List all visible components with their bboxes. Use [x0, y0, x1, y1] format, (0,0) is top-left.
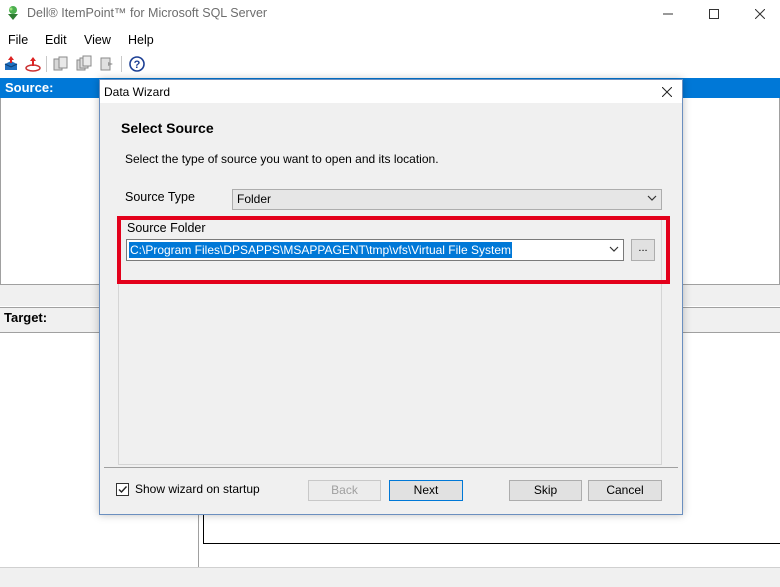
maximize-button[interactable]: [691, 0, 737, 27]
menu-help[interactable]: Help: [128, 33, 154, 47]
open-target-icon[interactable]: [24, 55, 42, 73]
close-icon: [662, 86, 672, 97]
show-wizard-checkbox[interactable]: [116, 483, 129, 496]
svg-text:?: ?: [134, 59, 141, 71]
data-wizard-dialog: Data Wizard Select Source Select the typ…: [99, 79, 683, 515]
menu-file[interactable]: File: [8, 33, 28, 47]
toolbar-separator: [46, 56, 47, 72]
source-type-value: Folder: [237, 192, 272, 206]
show-wizard-label[interactable]: Show wizard on startup: [135, 482, 260, 496]
section-description: Select the type of source you want to op…: [125, 152, 439, 166]
checkmark-icon: [118, 486, 128, 494]
next-button[interactable]: Next: [389, 480, 463, 501]
itempoint-app-icon: [6, 5, 20, 21]
dialog-close-button[interactable]: [652, 80, 682, 103]
toolbar: ?: [0, 53, 780, 77]
close-window-button[interactable]: [737, 0, 780, 27]
highlight-annotation: [117, 216, 670, 284]
menu-view[interactable]: View: [84, 33, 111, 47]
dialog-title: Data Wizard: [104, 85, 171, 99]
copy-multiple-icon[interactable]: [75, 55, 93, 73]
toolbar-separator: [121, 56, 122, 72]
copy-icon[interactable]: [52, 55, 70, 73]
source-type-dropdown[interactable]: Folder: [232, 189, 662, 210]
menu-bar: File Edit View Help: [0, 29, 780, 51]
help-icon[interactable]: ?: [128, 55, 146, 73]
open-source-icon[interactable]: [2, 55, 20, 73]
footer-divider: [104, 467, 678, 468]
app-title: Dell® ItemPoint™ for Microsoft SQL Serve…: [27, 6, 268, 20]
source-type-label: Source Type: [125, 190, 195, 204]
back-button[interactable]: Back: [308, 480, 381, 501]
target-label: Target:: [4, 310, 48, 325]
minimize-button[interactable]: [645, 0, 691, 27]
menu-edit[interactable]: Edit: [45, 33, 67, 47]
export-icon[interactable]: [98, 55, 116, 73]
section-title: Select Source: [121, 120, 214, 136]
title-bar: Dell® ItemPoint™ for Microsoft SQL Serve…: [0, 0, 780, 27]
chevron-down-icon: [647, 192, 657, 207]
cancel-button[interactable]: Cancel: [588, 480, 662, 501]
source-label: Source:: [5, 80, 54, 95]
status-bar: [0, 567, 780, 587]
skip-button[interactable]: Skip: [509, 480, 582, 501]
dialog-title-bar: Data Wizard: [100, 80, 682, 103]
